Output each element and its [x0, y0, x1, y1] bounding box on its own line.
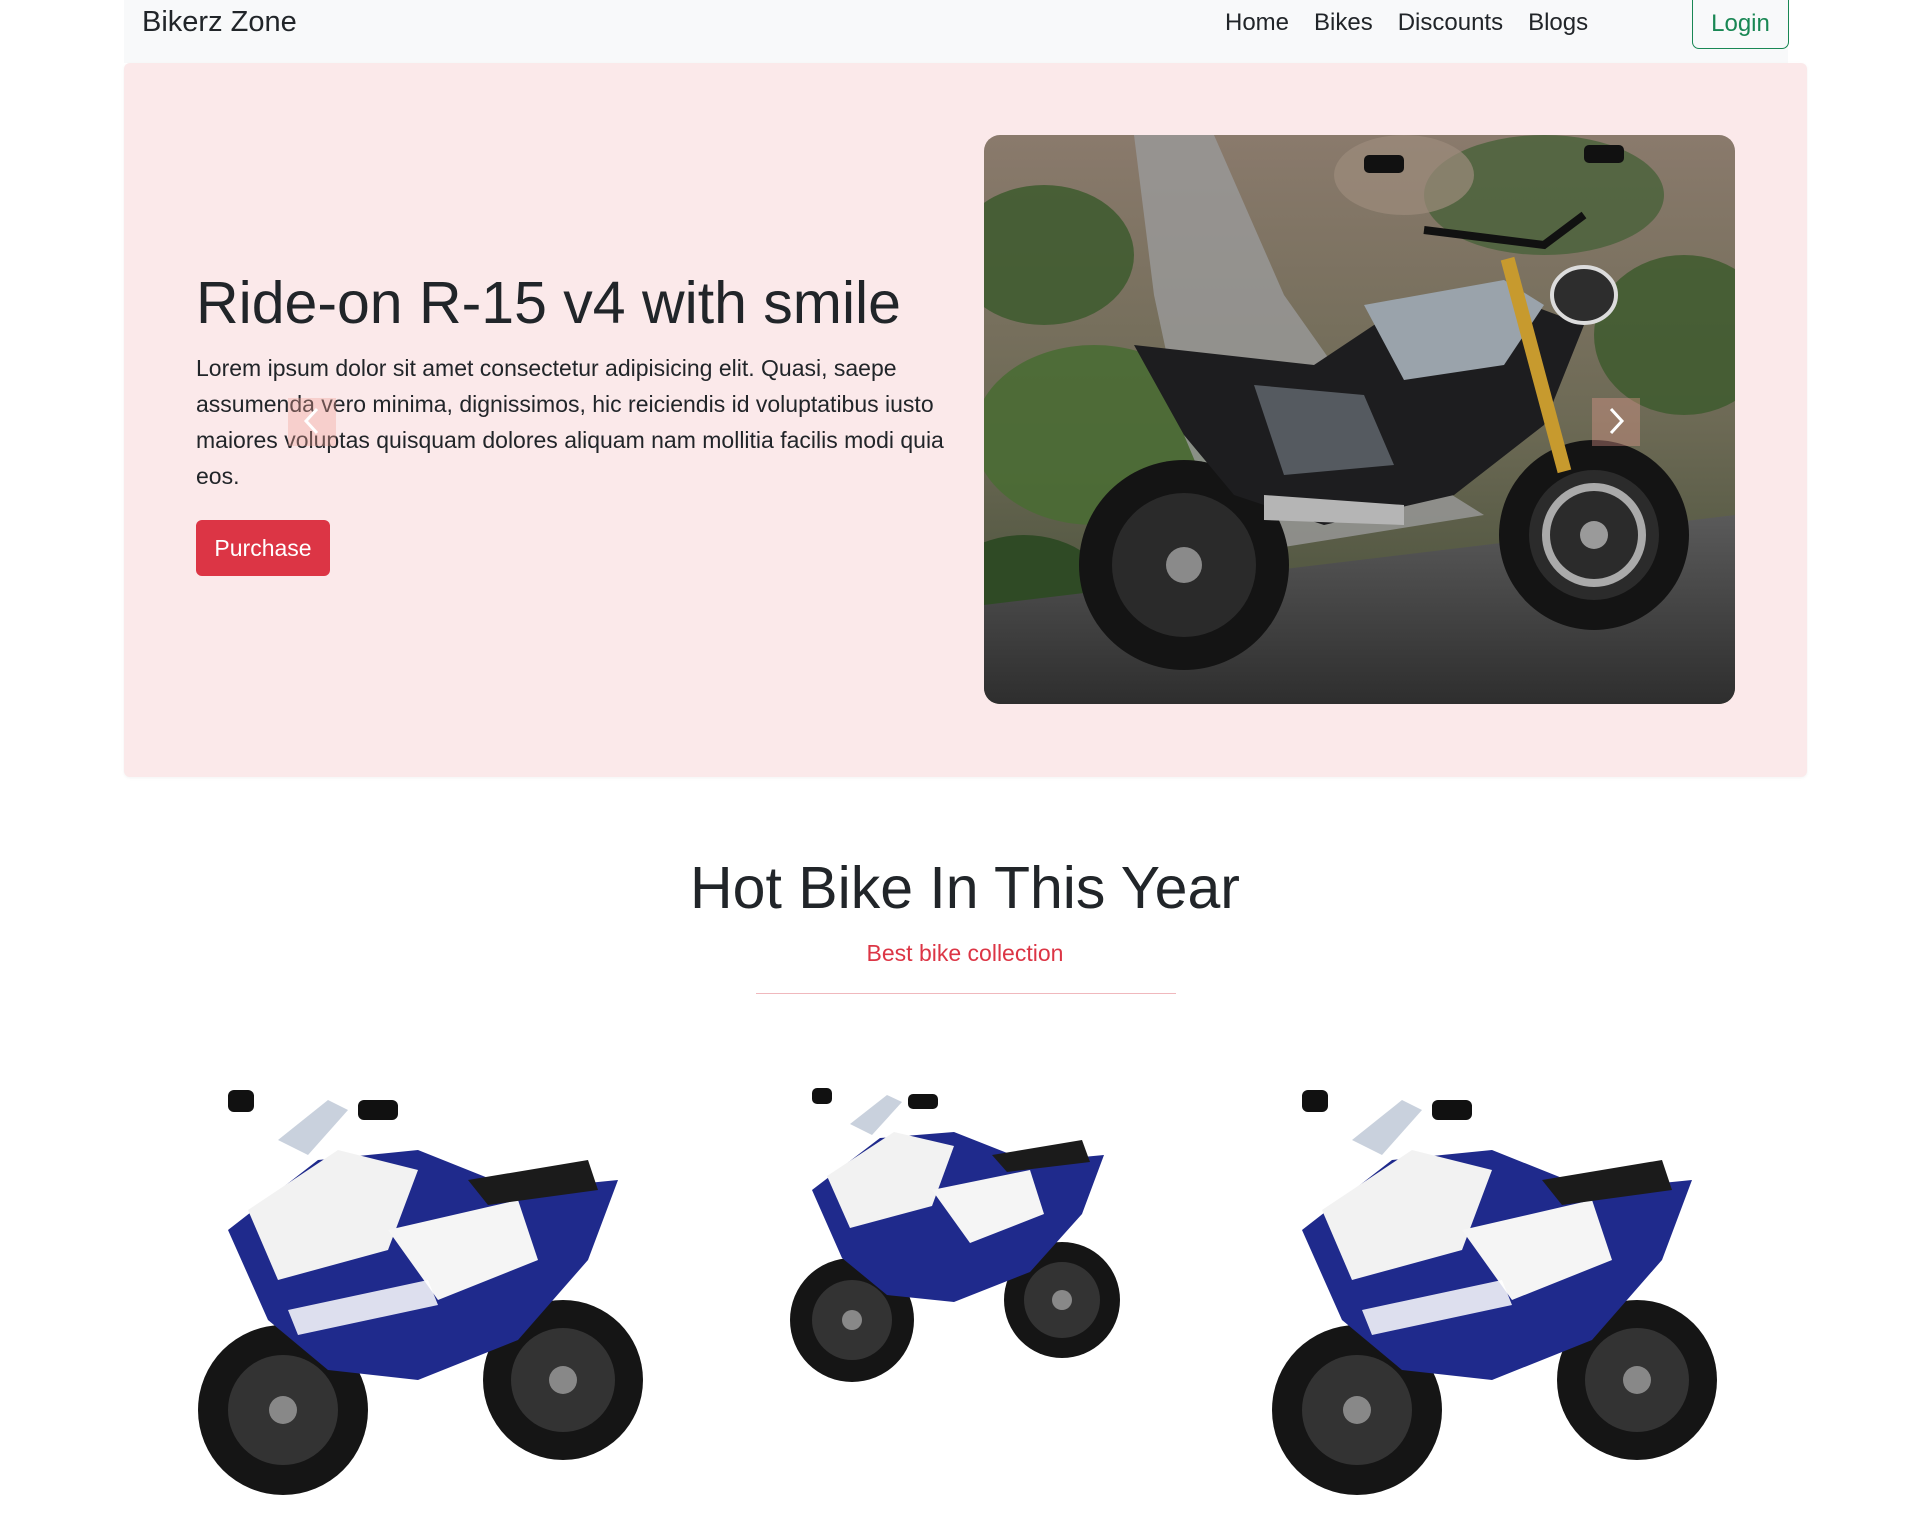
login-button[interactable]: Login	[1692, 0, 1789, 49]
bike-image-3[interactable]	[1262, 1080, 1742, 1500]
section-subtitle: Best bike collection	[866, 940, 1064, 966]
chevron-right-icon	[1606, 406, 1626, 439]
nav-link-home[interactable]: Home	[1225, 9, 1289, 36]
hero-title: Ride-on R-15 v4 with smile	[196, 270, 901, 336]
carousel-next-button[interactable]	[1592, 398, 1640, 446]
navbar: Bikerz Zone Home Bikes Discounts Blogs L…	[124, 0, 1789, 63]
purchase-button[interactable]: Purchase	[196, 520, 330, 576]
nav-links: Home Bikes Discounts Blogs	[1225, 0, 1613, 46]
brand-link[interactable]: Bikerz Zone	[142, 6, 297, 39]
section-divider	[756, 993, 1176, 994]
nav-link-bikes[interactable]: Bikes	[1314, 9, 1373, 36]
hero-carousel: Ride-on R-15 v4 with smile Lorem ipsum d…	[124, 63, 1807, 777]
carousel-prev-button[interactable]	[288, 398, 336, 446]
bike-image-2[interactable]	[782, 1080, 1142, 1400]
nav-link-discounts[interactable]: Discounts	[1398, 9, 1503, 36]
section-title: Hot Bike In This Year	[690, 855, 1240, 921]
chevron-left-icon	[302, 406, 322, 439]
nav-link-blogs[interactable]: Blogs	[1528, 9, 1588, 36]
bike-image-1[interactable]	[188, 1080, 668, 1500]
